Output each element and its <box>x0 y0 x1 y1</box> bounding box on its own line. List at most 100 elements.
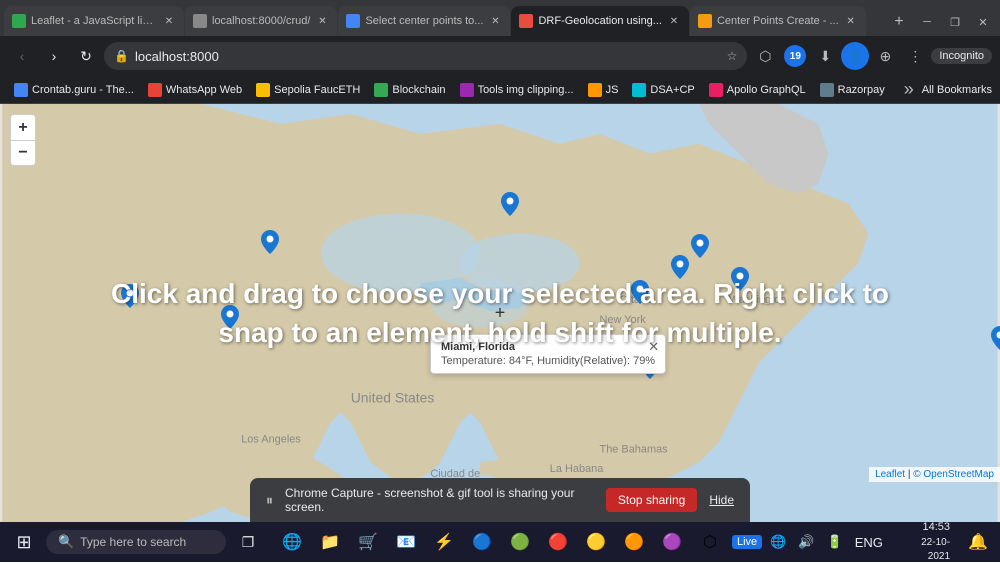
map-marker-m5[interactable] <box>671 255 689 284</box>
tab-tab-center-create[interactable]: Center Points Create - ... ✕ <box>690 6 866 36</box>
taskbar-app-icon-7[interactable]: 🔴 <box>540 524 576 560</box>
task-view-button[interactable]: ❐ <box>230 524 266 560</box>
browser-window: Leaflet - a JavaScript lib... ✕ localhos… <box>0 0 1000 562</box>
translate-icon[interactable]: ⊕ <box>871 42 899 70</box>
maximize-button[interactable]: ❐ <box>942 12 968 32</box>
taskbar-app-icon-1[interactable]: 📁 <box>312 524 348 560</box>
map-marker-m11[interactable] <box>991 326 1000 355</box>
zoom-in-button[interactable]: + <box>10 114 36 140</box>
bookmark-item-4[interactable]: Tools img clipping... <box>454 81 580 99</box>
map-marker-m2[interactable] <box>121 284 139 313</box>
stop-sharing-button[interactable]: Stop sharing <box>606 488 697 512</box>
bookmark-label: Blockchain <box>392 84 445 96</box>
tab-title: localhost:8000/crud/ <box>212 15 310 27</box>
notification-button[interactable]: 🔔 <box>962 526 994 558</box>
map-area[interactable]: United States New York Ottawa Los Angele… <box>0 104 1000 522</box>
network-icon[interactable]: 🌐 <box>766 532 790 552</box>
tab-tab-localhost-crud[interactable]: localhost:8000/crud/ ✕ <box>185 6 337 36</box>
bookmarks-bar: Crontab.guru - The... WhatsApp Web Sepol… <box>0 76 1000 104</box>
tab-close-button[interactable]: ✕ <box>162 14 176 28</box>
bookmark-item-8[interactable]: Razorpay <box>814 81 891 99</box>
popup-content: Temperature: 84°F, Humidity(Relative): 7… <box>441 355 655 367</box>
taskbar-right: Live 🌐 🔊 🔋 ENG 14:53 22-10-2021 🔔 <box>732 520 994 563</box>
taskbar-app-icon-3[interactable]: 📧 <box>388 524 424 560</box>
tab-tab-drf-geo[interactable]: DRF-Geolocation using... ✕ <box>511 6 689 36</box>
popup-title: Miami, Florida <box>441 341 655 353</box>
tab-close-button[interactable]: ✕ <box>844 14 858 28</box>
bookmark-label: DSA+CP <box>650 84 694 96</box>
taskbar-clock[interactable]: 14:53 22-10-2021 <box>893 520 956 563</box>
taskbar: ⊞ 🔍 Type here to search ❐ 🌐📁🛒📧⚡🔵🟢🔴🟡🟠🟣⬡ L… <box>0 522 1000 562</box>
map-marker-m1[interactable] <box>261 230 279 259</box>
bookmark-item-0[interactable]: Crontab.guru - The... <box>8 81 140 99</box>
refresh-button[interactable]: ↻ <box>72 42 100 70</box>
map-marker-m3[interactable] <box>221 305 239 334</box>
tab-favicon <box>346 14 360 28</box>
incognito-badge[interactable]: Incognito <box>931 48 992 64</box>
minimize-button[interactable]: ─ <box>914 12 940 32</box>
all-bookmarks-label[interactable]: All Bookmarks <box>922 84 992 96</box>
volume-icon[interactable]: 🔊 <box>794 532 818 552</box>
osm-link[interactable]: © OpenStreetMap <box>913 469 994 480</box>
map-marker-m10[interactable] <box>501 192 519 221</box>
bookmark-icon <box>460 83 474 97</box>
bookmark-item-5[interactable]: JS <box>582 81 625 99</box>
taskbar-app-icon-10[interactable]: 🟣 <box>654 524 690 560</box>
new-tab-button[interactable]: + <box>885 8 913 36</box>
map-controls: + − <box>10 114 36 166</box>
taskbar-app-icon-8[interactable]: 🟡 <box>578 524 614 560</box>
forward-button[interactable]: › <box>40 42 68 70</box>
bookmark-item-6[interactable]: DSA+CP <box>626 81 700 99</box>
map-marker-m7[interactable] <box>731 267 749 296</box>
taskbar-app-icon-6[interactable]: 🟢 <box>502 524 538 560</box>
bookmark-item-2[interactable]: Sepolia FaucETH <box>250 81 366 99</box>
toolbar-icons: ⬡ 19 ⬇ 👤 ⊕ ⋮ Incognito <box>751 42 992 70</box>
download-icon[interactable]: ⬇ <box>811 42 839 70</box>
taskbar-app-icons: 🌐📁🛒📧⚡🔵🟢🔴🟡🟠🟣⬡ <box>274 524 728 560</box>
bookmark-icon <box>374 83 388 97</box>
windows-start-button[interactable]: ⊞ <box>6 524 42 560</box>
taskbar-app-icon-2[interactable]: 🛒 <box>350 524 386 560</box>
bookmark-icon <box>588 83 602 97</box>
profile-avatar[interactable]: 👤 <box>841 42 869 70</box>
url-bar[interactable]: 🔒 localhost:8000 ☆ <box>104 42 747 70</box>
taskbar-app-icon-4[interactable]: ⚡ <box>426 524 462 560</box>
screen-share-icon: ⏸ <box>266 492 273 509</box>
svg-text:United States: United States <box>351 390 435 406</box>
map-marker-m6[interactable] <box>691 234 709 263</box>
tab-favicon <box>12 14 26 28</box>
hide-button[interactable]: Hide <box>709 493 734 507</box>
tab-tab-leaflet[interactable]: Leaflet - a JavaScript lib... ✕ <box>4 6 184 36</box>
zoom-out-button[interactable]: − <box>10 140 36 166</box>
leaflet-link[interactable]: Leaflet <box>875 469 905 480</box>
tab-close-button[interactable]: ✕ <box>488 14 502 28</box>
extensions-icon[interactable]: ⬡ <box>751 42 779 70</box>
tab-close-button[interactable]: ✕ <box>315 14 329 28</box>
tab-tab-select-center[interactable]: Select center points to... ✕ <box>338 6 510 36</box>
bookmark-item-1[interactable]: WhatsApp Web <box>142 81 248 99</box>
taskbar-app-icon-9[interactable]: 🟠 <box>616 524 652 560</box>
taskbar-app-icon-11[interactable]: ⬡ <box>692 524 728 560</box>
taskbar-app-icon-5[interactable]: 🔵 <box>464 524 500 560</box>
battery-icon[interactable]: 🔋 <box>823 532 847 552</box>
popup-close-button[interactable]: ✕ <box>648 339 659 355</box>
svg-text:Los Angeles: Los Angeles <box>241 433 301 445</box>
bookmark-icon <box>256 83 270 97</box>
bookmark-icon <box>820 83 834 97</box>
back-button[interactable]: ‹ <box>8 42 36 70</box>
map-marker-m4[interactable] <box>631 280 649 309</box>
taskbar-search[interactable]: 🔍 Type here to search <box>46 530 226 554</box>
taskbar-date: 22-10-2021 <box>899 536 950 564</box>
bookmark-item-7[interactable]: Apollo GraphQL <box>703 81 812 99</box>
star-icon: ☆ <box>727 49 738 63</box>
taskbar-app-icon-0[interactable]: 🌐 <box>274 524 310 560</box>
close-button[interactable]: ✕ <box>970 12 996 32</box>
profile-counter[interactable]: 19 <box>781 42 809 70</box>
bookmark-label: Tools img clipping... <box>478 84 574 96</box>
svg-text:The Bahamas: The Bahamas <box>600 443 669 455</box>
all-bookmarks-button[interactable]: » <box>898 77 920 102</box>
settings-icon[interactable]: ⋮ <box>901 42 929 70</box>
account-icon[interactable]: 👤 <box>841 42 869 70</box>
bookmark-item-3[interactable]: Blockchain <box>368 81 451 99</box>
tab-close-button[interactable]: ✕ <box>667 14 681 28</box>
